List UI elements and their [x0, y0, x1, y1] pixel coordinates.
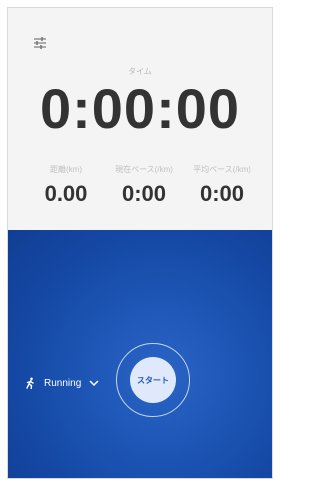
current-pace-stat: 現在ペース(/km) 0:00 — [99, 164, 189, 207]
time-value: 0:00:00 — [39, 77, 241, 140]
distance-stat: 距離(km) 0.00 — [21, 164, 111, 207]
app-screen: タイム 0:00:00 距離(km) 0.00 現在ペース(/km) 0:00 … — [7, 7, 273, 479]
average-pace-stat: 平均ペース(/km) 0:00 — [177, 164, 267, 207]
distance-value: 0.00 — [44, 181, 88, 206]
control-panel: Running スタート — [8, 230, 272, 478]
current-pace-label: 現在ペース(/km) — [115, 165, 173, 174]
distance-label: 距離(km) — [50, 165, 82, 174]
sliders-icon[interactable] — [32, 35, 48, 51]
start-button[interactable]: スタート — [130, 357, 176, 403]
current-pace-value: 0:00 — [121, 181, 167, 206]
activity-label: Running — [44, 377, 82, 389]
chevron-down-icon — [89, 380, 99, 387]
average-pace-value: 0:00 — [199, 181, 245, 206]
stats-panel: タイム 0:00:00 距離(km) 0.00 現在ペース(/km) 0:00 … — [8, 8, 272, 230]
activity-selector[interactable]: Running — [24, 373, 99, 393]
average-pace-label: 平均ペース(/km) — [193, 165, 251, 174]
running-icon — [26, 377, 34, 389]
